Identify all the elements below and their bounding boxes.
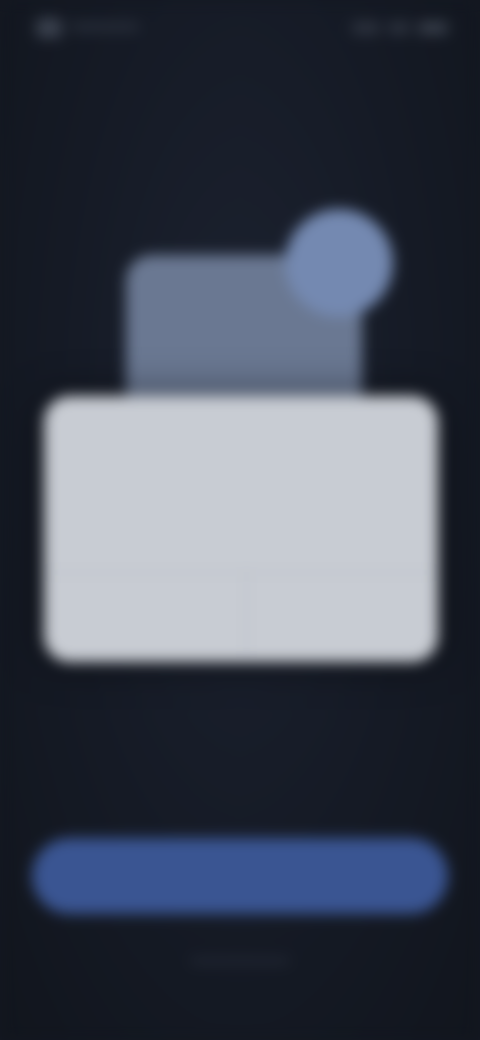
signal-icon	[352, 22, 380, 34]
illustration-circle-shape	[285, 209, 393, 317]
primary-action-button[interactable]	[32, 838, 448, 914]
dialog-left-button[interactable]	[84, 592, 224, 628]
dialog-divider	[44, 572, 438, 573]
dialog-right-button[interactable]	[282, 592, 402, 628]
wifi-icon	[388, 22, 410, 34]
home-indicator[interactable]	[190, 958, 290, 964]
status-bar	[0, 0, 480, 56]
hero-illustration	[120, 205, 400, 415]
dialog-button-divider	[246, 572, 247, 662]
battery-icon	[418, 22, 448, 34]
status-time	[32, 16, 122, 38]
status-icons	[338, 18, 448, 38]
blurred-screen	[0, 0, 480, 1040]
alert-dialog	[44, 396, 438, 662]
